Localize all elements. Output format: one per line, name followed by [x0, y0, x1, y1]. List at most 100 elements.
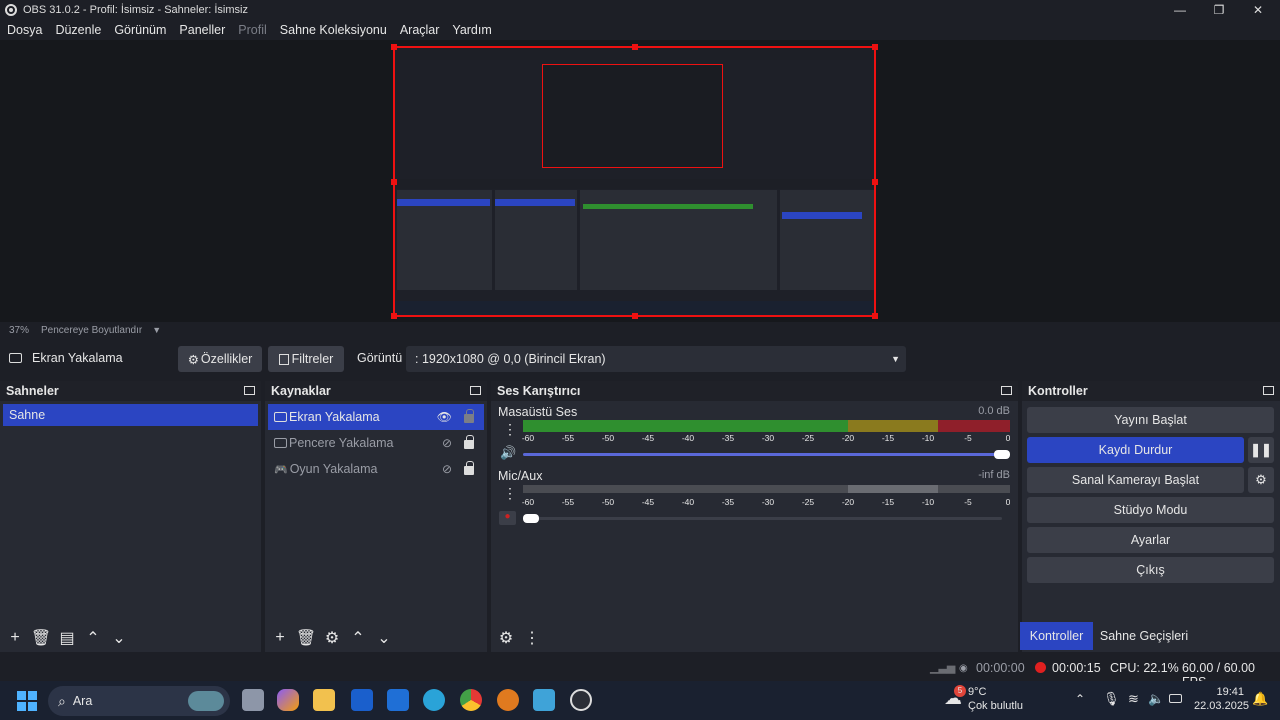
scene-item[interactable]: Sahne	[3, 404, 258, 426]
notepad-icon[interactable]	[533, 689, 555, 711]
outlook-icon[interactable]	[387, 689, 409, 711]
meter-tick-label: -30	[761, 433, 775, 443]
kebab-menu-icon[interactable]: ⋮	[503, 421, 517, 438]
meter-tick-label: -60	[521, 433, 535, 443]
start-streaming-button[interactable]: Yayını Başlat	[1027, 407, 1274, 433]
kebab-menu-icon[interactable]: ⋮	[523, 629, 541, 647]
edge-icon[interactable]	[423, 689, 445, 711]
add-icon[interactable]: +	[6, 629, 24, 647]
menu-view[interactable]: Görünüm	[114, 23, 166, 37]
chevron-down-icon[interactable]: ⌄	[375, 629, 393, 647]
source-item[interactable]: Pencere Yakalama ⊘	[268, 430, 484, 456]
preview-canvas[interactable]	[391, 44, 878, 319]
menu-edit[interactable]: Düzenle	[55, 23, 101, 37]
volume-slider-handle[interactable]	[523, 514, 539, 523]
eye-icon[interactable]: 👁	[437, 410, 452, 424]
search-box[interactable]: ⌕ Ara	[48, 686, 230, 716]
close-button[interactable]: ✕	[1238, 0, 1278, 19]
menu-docks[interactable]: Paneller	[179, 23, 225, 37]
weather-desc: Çok bulutlu	[968, 700, 1024, 712]
lock-icon[interactable]	[464, 461, 474, 475]
channel-name: Mic/Aux	[498, 469, 543, 483]
tab-controls[interactable]: Kontroller	[1020, 622, 1093, 650]
menu-tools[interactable]: Araçlar	[400, 23, 440, 37]
stream-icon: ◉	[959, 663, 968, 674]
volume-slider[interactable]	[523, 453, 1002, 456]
filters-button[interactable]: Filtreler	[268, 346, 344, 372]
tab-scene-transitions[interactable]: Sahne Geçişleri	[1095, 622, 1193, 650]
lock-icon[interactable]	[464, 409, 474, 423]
undock-icon[interactable]	[1001, 386, 1012, 395]
settings-button[interactable]: Ayarlar	[1027, 527, 1274, 553]
pause-icon[interactable]: ❚❚	[1248, 437, 1274, 463]
source-item[interactable]: Ekran Yakalama 👁	[268, 404, 484, 430]
volume-slider-handle[interactable]	[994, 450, 1010, 459]
chevron-down-icon[interactable]: ▼	[152, 325, 161, 335]
teams-icon[interactable]	[351, 689, 373, 711]
chevron-up-icon[interactable]: ⌃	[84, 629, 102, 647]
meter-tick-label: -20	[841, 497, 855, 507]
weather-temp: 9°C	[968, 686, 987, 698]
monitor-icon	[9, 353, 22, 363]
search-placeholder: Ara	[72, 694, 93, 708]
lock-icon[interactable]	[464, 435, 474, 449]
gear-icon[interactable]: ⚙	[1248, 467, 1274, 493]
task-view-icon[interactable]	[242, 689, 264, 711]
copilot-icon[interactable]	[277, 689, 299, 711]
source-item[interactable]: 🎮 Oyun Yakalama ⊘	[268, 456, 484, 482]
undock-icon[interactable]	[1263, 386, 1274, 395]
eye-hidden-icon[interactable]: ⊘	[442, 462, 452, 476]
muted-speaker-icon[interactable]: ●	[499, 511, 516, 525]
obs-icon[interactable]	[570, 689, 592, 711]
start-virtual-camera-button[interactable]: Sanal Kamerayı Başlat	[1027, 467, 1244, 493]
gear-icon[interactable]: ⚙	[497, 629, 515, 647]
volume-slider[interactable]	[523, 517, 1002, 520]
chrome-icon[interactable]	[460, 689, 482, 711]
trash-icon[interactable]: 🗑	[296, 629, 316, 647]
exit-button[interactable]: Çıkış	[1027, 557, 1274, 583]
wifi-icon[interactable]: ≋	[1128, 691, 1139, 707]
maximize-button[interactable]: ❐	[1199, 0, 1239, 19]
menu-file[interactable]: Dosya	[7, 23, 42, 37]
volume-meter	[523, 420, 1010, 432]
minimize-button[interactable]: —	[1160, 0, 1200, 19]
trash-icon[interactable]: 🗑	[31, 629, 51, 647]
chevron-up-icon[interactable]: ⌃	[1075, 692, 1085, 706]
undock-icon[interactable]	[470, 386, 481, 395]
meter-tick-label: -60	[521, 497, 535, 507]
meter-tick-label: -40	[681, 497, 695, 507]
scenes-dock: Sahneler Sahne + 🗑 ▤ ⌃ ⌄	[0, 381, 261, 652]
filter-icon[interactable]: ▤	[58, 629, 76, 647]
gear-icon[interactable]: ⚙	[323, 629, 341, 647]
battery-icon[interactable]	[1169, 694, 1182, 703]
properties-button[interactable]: ⚙ Özellikler	[178, 346, 262, 372]
windows-start-icon[interactable]	[17, 691, 37, 711]
app-icon[interactable]	[497, 689, 519, 711]
add-icon[interactable]: +	[271, 629, 289, 647]
zoom-mode-dropdown[interactable]: Pencereye Boyutlandır	[41, 325, 142, 336]
volume-icon[interactable]: 🔈	[1148, 691, 1164, 707]
clock-time[interactable]: 19:41	[1214, 686, 1244, 698]
chevron-up-icon[interactable]: ⌃	[349, 629, 367, 647]
display-select[interactable]: : 1920x1080 @ 0,0 (Birincil Ekran) ▼	[406, 346, 906, 372]
undock-icon[interactable]	[244, 386, 255, 395]
kebab-menu-icon[interactable]: ⋮	[503, 485, 517, 502]
mixer-dock: Ses Karıştırıcı Masaüstü Ses 0.0 dB ⋮ -6…	[491, 381, 1018, 652]
stop-recording-button[interactable]: Kaydı Durdur	[1027, 437, 1244, 463]
notification-icon[interactable]: 🔔	[1252, 691, 1268, 707]
mixer-title: Ses Karıştırıcı	[497, 384, 581, 398]
eye-hidden-icon[interactable]: ⊘	[442, 436, 452, 450]
record-icon	[1035, 662, 1046, 673]
menu-profile[interactable]: Profil	[238, 23, 266, 37]
speaker-icon[interactable]: 🔊	[500, 445, 516, 461]
clock-date[interactable]: 22.03.2025	[1194, 700, 1249, 712]
menu-scene-collection[interactable]: Sahne Koleksiyonu	[280, 23, 387, 37]
gear-icon: ⚙	[187, 352, 199, 367]
chevron-down-icon[interactable]: ⌄	[110, 629, 128, 647]
studio-mode-button[interactable]: Stüdyo Modu	[1027, 497, 1274, 523]
menu-help[interactable]: Yardım	[452, 23, 491, 37]
file-explorer-icon[interactable]	[313, 689, 335, 711]
filters-label: Filtreler	[291, 352, 334, 366]
zoom-percent: 37%	[9, 324, 30, 336]
microphone-icon[interactable]: 🎙	[1103, 691, 1120, 707]
